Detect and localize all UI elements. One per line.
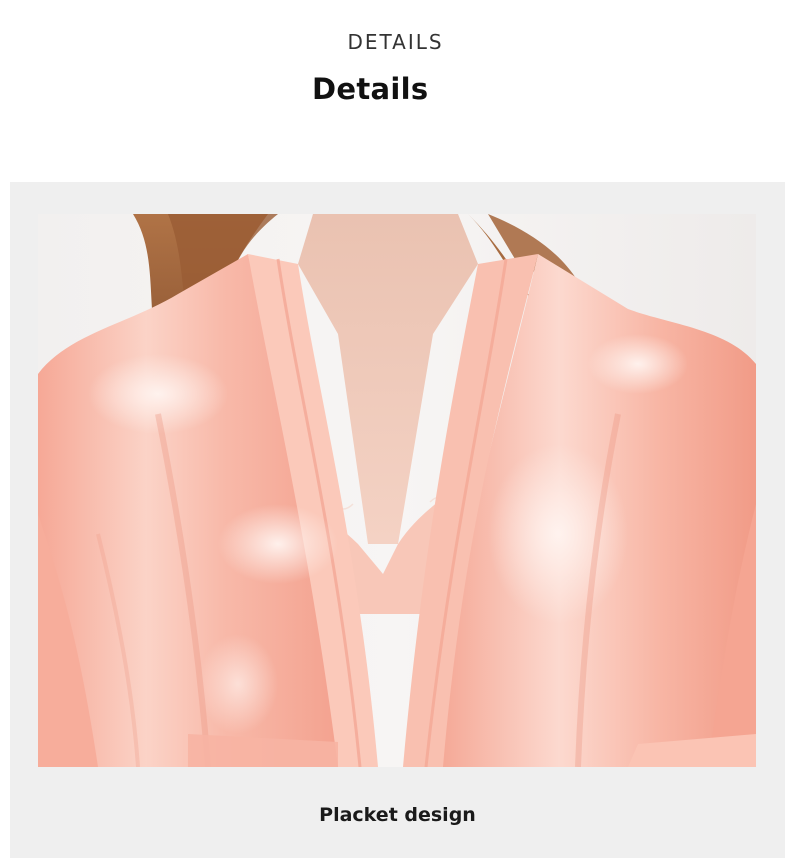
detail-caption: Placket design — [319, 804, 476, 826]
section-kicker: DETAILS — [347, 30, 444, 54]
section-title: Details — [312, 72, 429, 106]
product-detail-panel: Placket design — [10, 182, 785, 858]
product-photo — [38, 214, 756, 767]
robe-photo-illustration — [38, 214, 756, 767]
